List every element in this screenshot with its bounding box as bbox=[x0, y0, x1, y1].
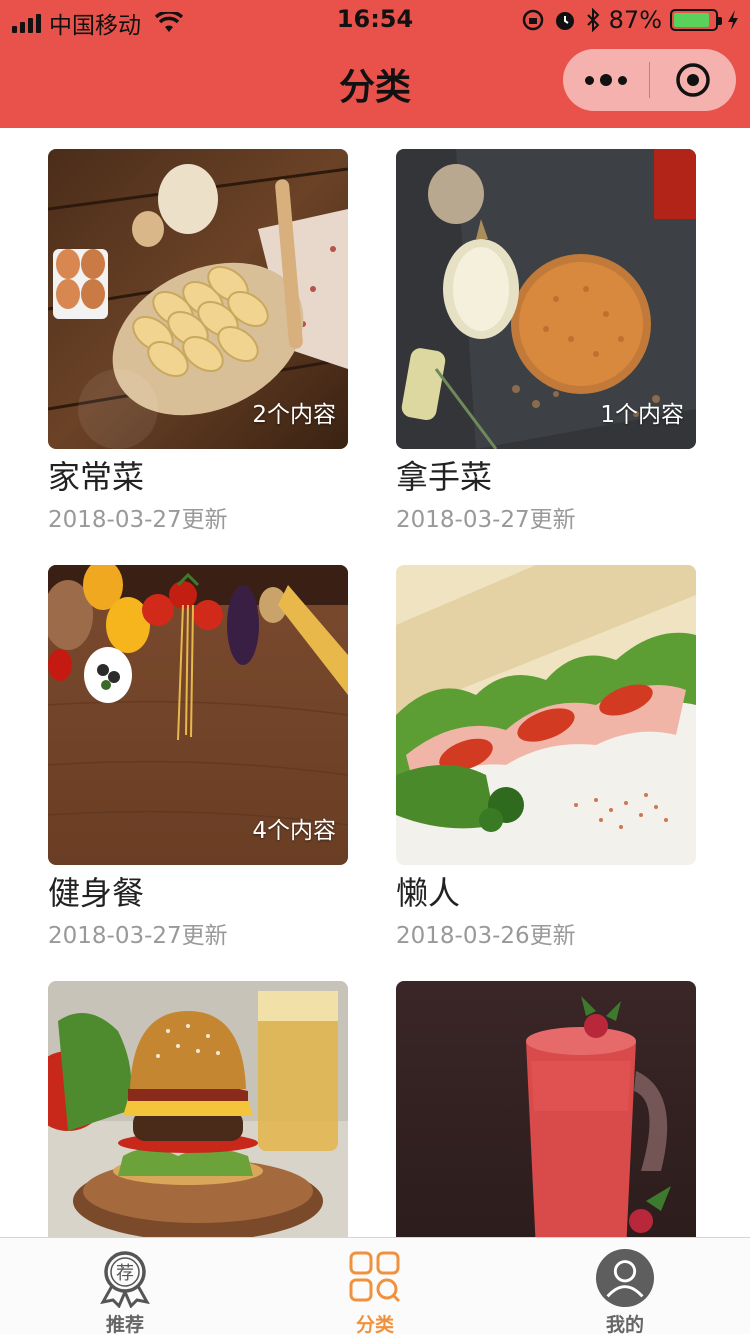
content-count: 2个内容 bbox=[252, 402, 336, 428]
screen: 中国移动 16:54 87% 分类 2个内容 家常菜 2018-03-27更新 … bbox=[0, 0, 750, 1334]
category-title: 拿手菜 bbox=[396, 458, 493, 496]
profile-icon bbox=[595, 1248, 655, 1308]
tab-recommend[interactable]: 荐 推荐 bbox=[0, 1238, 250, 1334]
rotation-lock-icon bbox=[522, 9, 543, 31]
badge-icon: 荐 bbox=[95, 1248, 155, 1308]
category-image bbox=[48, 981, 348, 1238]
battery-fill bbox=[674, 13, 709, 27]
target-icon bbox=[676, 63, 710, 97]
category-image bbox=[396, 565, 696, 865]
battery-icon bbox=[670, 9, 722, 31]
tab-bar: 荐 推荐 分类 我的 bbox=[0, 1237, 750, 1334]
tab-profile[interactable]: 我的 bbox=[500, 1238, 750, 1334]
charging-icon bbox=[728, 10, 738, 30]
bluetooth-icon bbox=[586, 8, 600, 32]
update-date: 2018-03-26更新 bbox=[396, 923, 576, 949]
category-card[interactable]: 懒人 2018-03-26更新 bbox=[396, 565, 696, 951]
category-image: 1个内容 bbox=[396, 149, 696, 449]
category-card[interactable]: 4个内容 健身餐 2018-03-27更新 bbox=[48, 565, 348, 951]
category-title: 家常菜 bbox=[48, 458, 145, 496]
update-date: 2018-03-27更新 bbox=[396, 507, 576, 533]
more-dot-icon bbox=[618, 75, 627, 85]
battery-percent: 87% bbox=[608, 6, 662, 34]
category-card[interactable]: 1个内容 拿手菜 2018-03-27更新 bbox=[396, 149, 696, 535]
status-bar: 中国移动 16:54 87% bbox=[0, 0, 750, 40]
category-card[interactable]: 2个内容 家常菜 2018-03-27更新 bbox=[48, 149, 348, 535]
category-title: 懒人 bbox=[396, 874, 461, 912]
category-card[interactable] bbox=[396, 981, 696, 1238]
mini-program-capsule bbox=[563, 49, 736, 111]
more-button[interactable] bbox=[563, 49, 649, 111]
tab-label: 分类 bbox=[355, 1314, 394, 1334]
update-date: 2018-03-27更新 bbox=[48, 507, 228, 533]
category-image: 4个内容 bbox=[48, 565, 348, 865]
status-right: 87% bbox=[521, 6, 740, 34]
category-image bbox=[396, 981, 696, 1238]
more-dot-icon bbox=[585, 75, 594, 85]
category-card[interactable] bbox=[48, 981, 348, 1238]
update-date: 2018-03-27更新 bbox=[48, 923, 228, 949]
alarm-icon bbox=[555, 12, 574, 30]
close-button[interactable] bbox=[650, 49, 736, 111]
category-title: 健身餐 bbox=[48, 874, 145, 912]
badge-icon-glyph: 荐 bbox=[116, 1263, 134, 1284]
grid-icon bbox=[345, 1248, 405, 1308]
category-image: 2个内容 bbox=[48, 149, 348, 449]
category-grid: 2个内容 家常菜 2018-03-27更新 1个内容 拿手菜 2018-03-2… bbox=[0, 128, 750, 1238]
tab-label: 我的 bbox=[605, 1314, 644, 1334]
content-count: 4个内容 bbox=[252, 818, 336, 844]
tab-category[interactable]: 分类 bbox=[250, 1238, 500, 1334]
top-bar: 中国移动 16:54 87% 分类 bbox=[0, 0, 750, 128]
tab-label: 推荐 bbox=[105, 1314, 144, 1334]
content-count: 1个内容 bbox=[600, 402, 684, 428]
more-dot-icon bbox=[600, 74, 612, 86]
